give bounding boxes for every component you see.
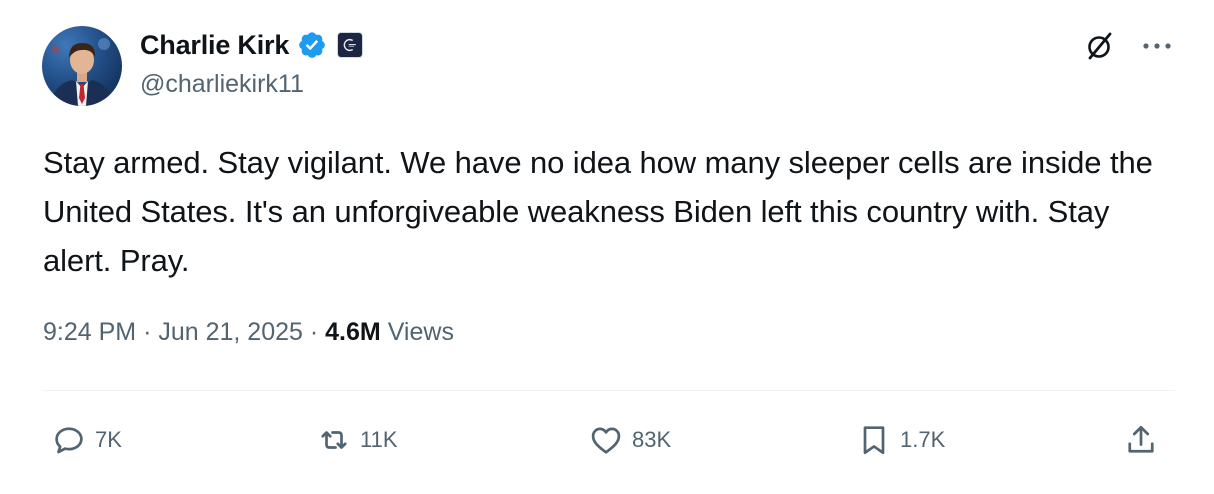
- user-handle[interactable]: @charliekirk11: [140, 70, 304, 99]
- views-count: 4.6M: [325, 318, 381, 346]
- views-label: Views: [387, 318, 454, 346]
- tweet-text: Stay armed. Stay vigilant. We have no id…: [43, 145, 1153, 278]
- like-button[interactable]: 83K: [588, 410, 671, 470]
- share-button[interactable]: [1123, 410, 1159, 470]
- like-icon: [591, 427, 621, 454]
- affiliate-logo-icon: [343, 38, 357, 52]
- affiliate-badge-icon[interactable]: [337, 32, 364, 58]
- meta-separator: ·: [143, 318, 152, 346]
- display-name[interactable]: Charlie Kirk: [140, 30, 289, 61]
- tweet-card: Charlie Kirk @charliekirk11 Stay armed. …: [0, 0, 1214, 494]
- repost-button[interactable]: 11K: [316, 410, 398, 470]
- tweet-time[interactable]: 9:24 PM: [43, 318, 136, 346]
- tweet-meta: 9:24 PM · Jun 21, 2025 · 4.6M Views: [43, 318, 454, 347]
- repost-icon: [321, 431, 347, 449]
- divider: [43, 390, 1175, 391]
- grok-icon[interactable]: [1084, 30, 1116, 62]
- verified-badge-icon: [299, 32, 325, 58]
- like-count: 83K: [632, 427, 672, 452]
- bookmark-icon: [863, 426, 885, 455]
- action-bar: 7K 11K 83K 1.7K: [43, 410, 1175, 470]
- avatar[interactable]: [42, 26, 122, 106]
- reply-button[interactable]: 7K: [51, 410, 122, 470]
- bookmark-button[interactable]: 1.7K: [856, 410, 945, 470]
- bookmark-count: 1.7K: [900, 427, 946, 452]
- avatar-portrait: [50, 38, 114, 106]
- name-row: Charlie Kirk: [140, 26, 364, 64]
- share-icon: [1128, 425, 1154, 453]
- meta-separator: ·: [309, 318, 319, 346]
- repost-count: 11K: [360, 427, 398, 452]
- more-icon[interactable]: [1140, 34, 1174, 58]
- tweet-date[interactable]: Jun 21, 2025: [158, 318, 303, 346]
- reply-count: 7K: [95, 427, 122, 452]
- reply-icon: [55, 427, 83, 454]
